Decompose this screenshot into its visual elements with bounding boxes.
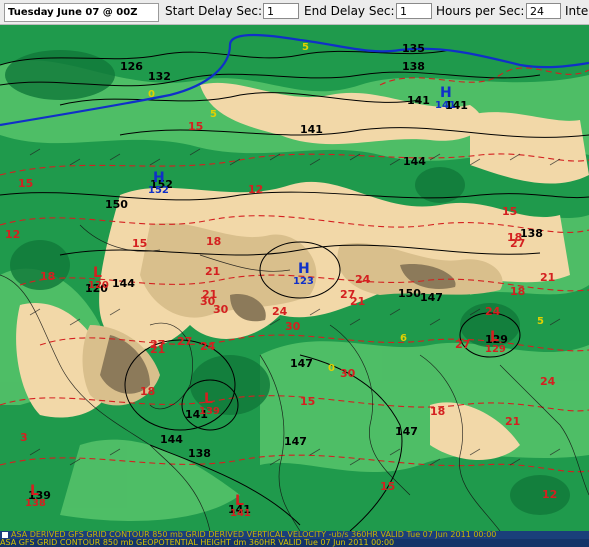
temperature-label: 12: [248, 183, 263, 196]
pressure-center-value: 138: [25, 498, 46, 509]
hours-per-sec-input[interactable]: 24: [526, 3, 561, 19]
temperature-label: 15: [132, 237, 147, 250]
weather-map-canvas: 126132135138141 141141144150152144150 1471…: [0, 25, 589, 531]
weather-map[interactable]: 126 132 135 138 141 141 141 144 150 152 144 150 147 1…: [0, 25, 589, 531]
temperature-label: 30: [285, 320, 301, 333]
start-delay-input[interactable]: 1: [263, 3, 299, 19]
temperature-label: 18: [430, 405, 445, 418]
valid-time-display: Tuesday June 07 @ 00Z: [4, 3, 159, 22]
temperature-label: 24: [540, 375, 556, 388]
temperature-label: 24: [485, 305, 501, 318]
vertical-velocity-label: 5: [302, 42, 309, 53]
temperature-label: 15: [18, 177, 33, 190]
pressure-center-value: 123: [293, 276, 314, 287]
end-delay-input[interactable]: 1: [396, 3, 432, 19]
pressure-center-value: 120: [88, 280, 109, 291]
vertical-velocity-label: 0: [148, 89, 155, 100]
pressure-center-letter: H: [440, 85, 452, 101]
height-contour-label: 144: [112, 277, 135, 290]
vertical-velocity-label: 0: [328, 363, 335, 374]
temperature-label: 21: [205, 265, 220, 278]
layer-toggle-icon[interactable]: [2, 531, 8, 538]
height-contour-label: 135: [402, 42, 425, 55]
temperature-label: 15: [502, 205, 517, 218]
height-contour-label: 141: [300, 123, 323, 136]
temperature-label: 15: [188, 120, 203, 133]
height-contour-label: 141: [407, 94, 430, 107]
pressure-center-letter: L: [204, 391, 213, 407]
temperature-label: 27: [510, 237, 525, 250]
height-contour-label: 150: [105, 198, 128, 211]
temperature-label: 30: [340, 367, 356, 380]
caption-line-1: ASA DERIVED GFS GRID CONTOUR 850 mb GRID…: [11, 531, 497, 539]
temperature-label: 18: [206, 235, 221, 248]
vertical-velocity-label: 5: [210, 109, 217, 120]
vertical-velocity-label: 5: [537, 316, 544, 327]
pressure-center-value: 139: [199, 406, 220, 417]
temperature-label: 3: [20, 431, 28, 444]
height-contour-label: 126: [120, 60, 143, 73]
height-contour-label: 138: [402, 60, 425, 73]
temperature-label: 15: [300, 395, 315, 408]
height-contour-label: 147: [420, 291, 443, 304]
temperature-label: 18: [40, 270, 55, 283]
temperature-label: 30: [200, 295, 216, 308]
pressure-center-letter: L: [490, 329, 499, 345]
temperature-label: 18: [510, 285, 525, 298]
temperature-label: 27: [150, 338, 165, 351]
height-contour-label: 147: [395, 425, 418, 438]
pressure-center-value: 141: [435, 100, 456, 111]
temperature-label: 15: [380, 480, 395, 493]
start-delay-label: Start Delay Sec:: [165, 4, 262, 18]
height-contour-label: 144: [160, 433, 183, 446]
height-contour-label: 147: [290, 357, 313, 370]
interval-label: Inte: [565, 4, 589, 18]
height-contour-label: 147: [284, 435, 307, 448]
height-contour-label: 138: [188, 447, 211, 460]
temperature-label: 12: [542, 488, 557, 501]
temperature-label: 21: [540, 271, 555, 284]
vertical-velocity-label: 6: [400, 333, 407, 344]
pressure-center-letter: L: [235, 493, 244, 509]
temperature-label: 30: [213, 303, 229, 316]
temperature-label: 12: [5, 228, 20, 241]
temperature-label: 21: [505, 415, 520, 428]
temperature-label: 24: [355, 273, 371, 286]
temperature-label: 27: [177, 335, 192, 348]
end-delay-label: End Delay Sec:: [304, 4, 395, 18]
animation-controls: Tuesday June 07 @ 00Z Start Delay Sec: 1…: [0, 0, 589, 25]
temperature-label: 24: [200, 340, 216, 353]
pressure-center-letter: L: [93, 265, 102, 281]
pressure-center-value: 129: [485, 344, 506, 355]
pressure-center-value: 141: [230, 508, 251, 519]
temperature-label: 18: [140, 385, 155, 398]
pressure-center-value: 152: [148, 185, 169, 196]
pressure-center-letter: H: [153, 170, 165, 186]
pressure-center-letter: L: [30, 483, 39, 499]
height-contour-label: 144: [403, 155, 426, 168]
pressure-center-letter: H: [298, 261, 310, 277]
temperature-label: 27: [455, 338, 470, 351]
height-contour-label: 150: [398, 287, 421, 300]
height-contour-label: 132: [148, 70, 171, 83]
caption-vertical-velocity: ASA DERIVED GFS GRID CONTOUR 850 mb GRID…: [0, 531, 589, 539]
temperature-label: 21: [350, 295, 365, 308]
temperature-label: 24: [272, 305, 288, 318]
hours-per-sec-label: Hours per Sec:: [436, 4, 525, 18]
